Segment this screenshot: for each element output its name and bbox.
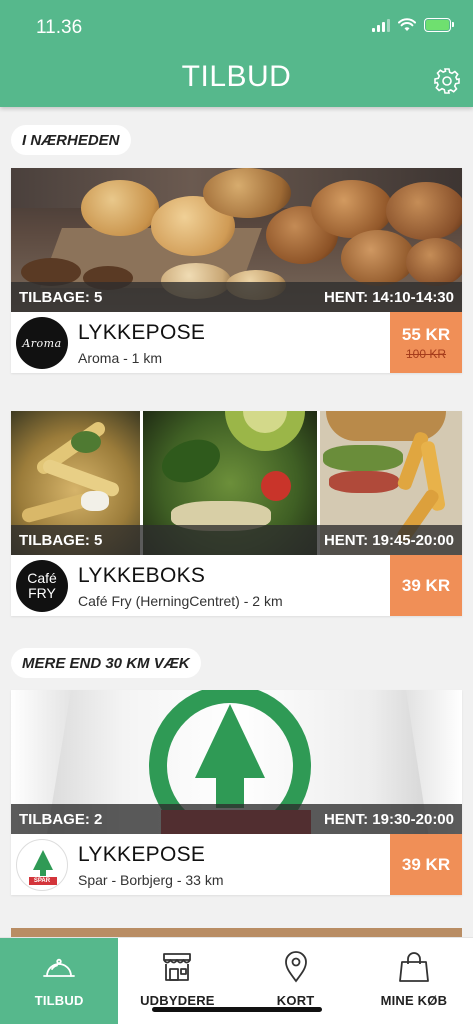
battery-icon [424, 18, 454, 32]
offer-price: 55 KR [401, 324, 451, 344]
status-icons [372, 18, 454, 32]
spar-logo: SPAR [16, 839, 68, 891]
section-label-nearby: I NÆRHEDEN [11, 125, 131, 155]
offer-subtitle: Aroma - 1 km [78, 350, 163, 366]
offer-info: Café FRY LYKKEBOKS Café Fry (HerningCent… [11, 555, 462, 616]
offer-image: TILBAGE: 2 HENT: 19:30-20:00 [11, 690, 462, 834]
offer-info: SPAR LYKKEPOSE Spar - Borbjerg - 33 km 3… [11, 834, 462, 895]
offer-subtitle: Spar - Borbjerg - 33 km [78, 872, 224, 888]
shopping-bag-icon [398, 952, 429, 982]
page-title: TILBUD [181, 60, 292, 93]
status-time: 11.36 [36, 17, 83, 38]
offer-meta-bar: TILBAGE: 5 HENT: 19:45-20:00 [11, 525, 462, 555]
pickup-time: HENT: 19:45-20:00 [323, 531, 454, 549]
wifi-icon [398, 18, 416, 31]
price-box: 55 KR 100 KR [390, 312, 462, 373]
pickup-time: HENT: 19:30-20:00 [323, 810, 454, 828]
price-box: 39 KR [390, 834, 462, 895]
offer-card-aroma[interactable]: TILBAGE: 5 HENT: 14:10-14:30 Aroma LYKKE… [11, 168, 462, 373]
nav-label: MINE KØB [380, 993, 448, 1008]
remaining-count: TILBAGE: 2 [19, 810, 103, 828]
nav-label: KORT [276, 993, 315, 1008]
cloche-icon [43, 958, 76, 977]
remaining-count: TILBAGE: 5 [19, 288, 103, 306]
offer-image: TILBAGE: 5 HENT: 19:45-20:00 [11, 411, 462, 555]
nav-tab-mine-koeb[interactable]: MINE KØB [355, 938, 473, 1024]
offer-title: LYKKEPOSE [78, 843, 206, 866]
offer-subtitle: Café Fry (HerningCentret) - 2 km [78, 593, 283, 609]
nav-tab-tilbud[interactable]: TILBUD [0, 938, 119, 1024]
offer-image: TILBAGE: 5 HENT: 14:10-14:30 [11, 168, 462, 312]
price-box: 39 KR [390, 555, 462, 616]
section-label-far-away: MERE END 30 KM VÆK [11, 648, 201, 678]
offer-price: 39 KR [401, 854, 451, 874]
cafe-fry-logo: Café FRY [16, 560, 68, 612]
offer-price: 39 KR [401, 575, 451, 595]
nav-label: TILBUD [34, 993, 84, 1008]
offers-screen: 11.36 TILBUD I NÆRHEDEN TILBAGE: 5 HENT:… [0, 0, 473, 1024]
remaining-count: TILBAGE: 5 [19, 531, 103, 549]
nav-label: UDBYDERE [140, 993, 215, 1008]
map-pin-icon [284, 951, 307, 983]
gear-icon[interactable] [433, 67, 461, 95]
app-header: 11.36 TILBUD [0, 0, 473, 107]
home-indicator [152, 1007, 322, 1012]
offer-card-cafe-fry[interactable]: TILBAGE: 5 HENT: 19:45-20:00 Café FRY LY… [11, 411, 462, 616]
store-icon [163, 953, 192, 981]
offer-info: Aroma LYKKEPOSE Aroma - 1 km 55 KR 100 K… [11, 312, 462, 373]
offer-title: LYKKEBOKS [78, 564, 206, 587]
aroma-logo: Aroma [16, 317, 68, 369]
original-price: 100 KR [405, 346, 447, 361]
pickup-time: HENT: 14:10-14:30 [323, 288, 454, 306]
offer-title: LYKKEPOSE [78, 321, 206, 344]
offer-card-spar[interactable]: TILBAGE: 2 HENT: 19:30-20:00 SPAR LYKKEP… [11, 690, 462, 895]
offer-meta-bar: TILBAGE: 5 HENT: 14:10-14:30 [11, 282, 462, 312]
offer-meta-bar: TILBAGE: 2 HENT: 19:30-20:00 [11, 804, 462, 834]
signal-icon [372, 18, 390, 32]
